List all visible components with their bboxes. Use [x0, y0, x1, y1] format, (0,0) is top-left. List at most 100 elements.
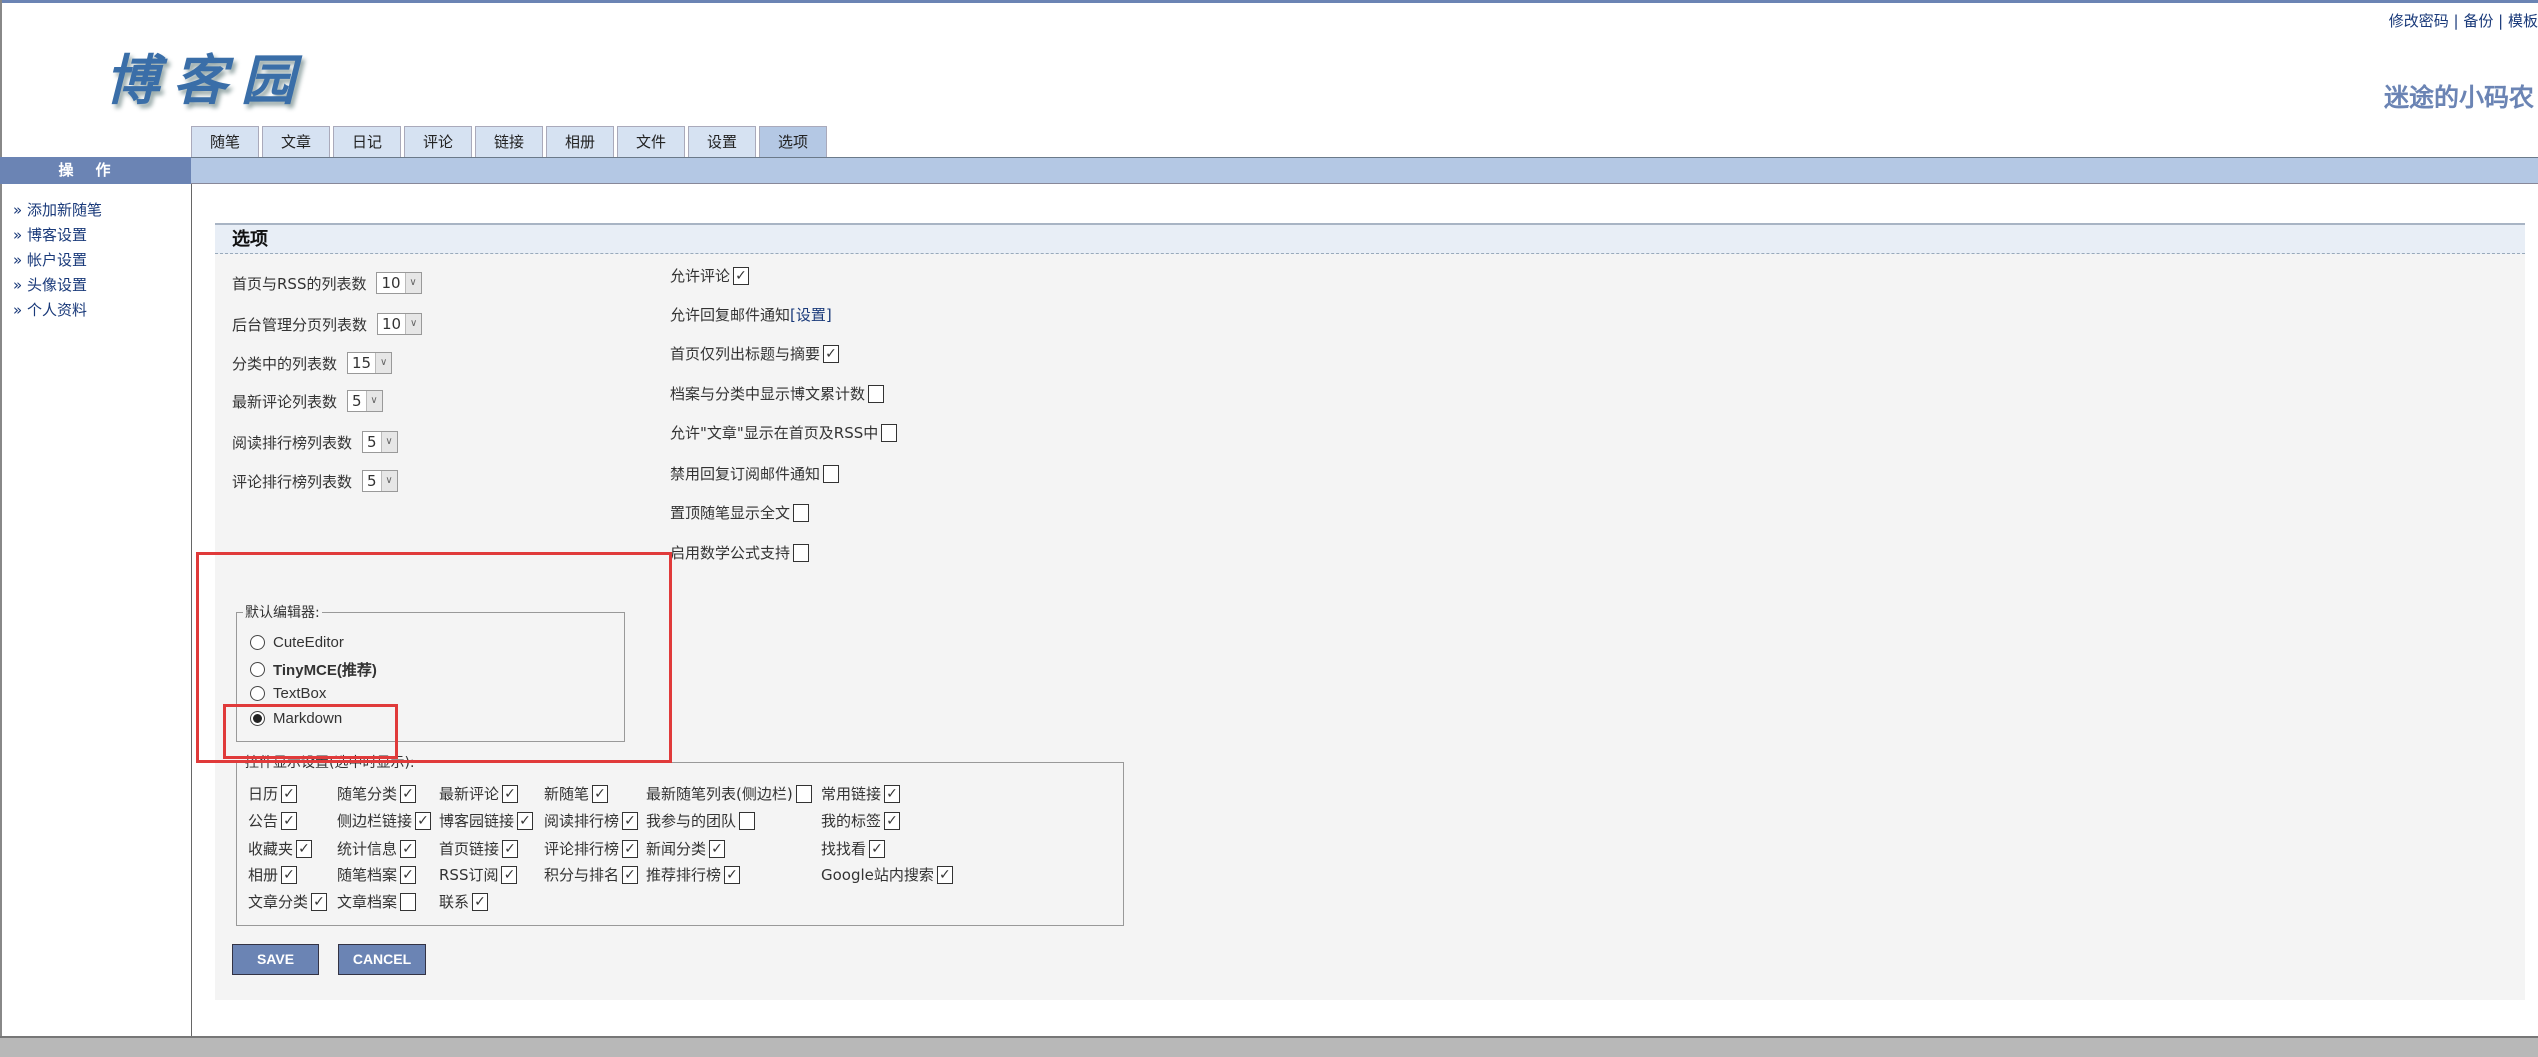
sidebar-item[interactable]: » 个人资料 — [13, 300, 102, 325]
control-checkbox[interactable]: ✓ — [281, 865, 298, 884]
chevron-down-icon: ∨ — [405, 314, 422, 334]
option-label: 档案与分类中显示博文累计数 — [670, 385, 866, 403]
control-checkbox[interactable]: ✓ — [281, 811, 298, 830]
list-count-select[interactable]: 10 ∨ — [377, 313, 423, 335]
control-label: 博客园链接 — [439, 812, 515, 830]
control-label: 阅读排行榜 — [544, 812, 620, 830]
option-label: 置顶随笔显示全文 — [670, 504, 791, 522]
select-value: 5 — [367, 433, 377, 451]
option-checkbox[interactable]: ✓ — [823, 344, 840, 363]
option-checkbox[interactable]: ✓ — [733, 266, 750, 285]
sidebar-item[interactable]: » 头像设置 — [13, 275, 102, 300]
option-row: 禁用回复订阅邮件通知 — [670, 463, 840, 484]
select-row: 分类中的列表数 15 ∨ — [232, 352, 393, 374]
control-checkbox[interactable]: ✓ — [709, 839, 726, 858]
tab-6[interactable]: 文件 — [617, 126, 685, 157]
tab-8[interactable]: 选项 — [759, 126, 827, 157]
option-checkbox[interactable] — [823, 464, 840, 483]
control-item: 收藏夹 ✓ — [248, 838, 313, 859]
control-checkbox[interactable]: ✓ — [869, 839, 886, 858]
control-item: 评论排行榜 ✓ — [544, 838, 639, 859]
control-checkbox[interactable]: ✓ — [472, 892, 489, 911]
select-value: 10 — [382, 315, 402, 333]
logo[interactable]: 博客园 — [105, 36, 309, 115]
option-checkbox[interactable] — [793, 543, 810, 562]
control-checkbox[interactable]: ✓ — [415, 811, 432, 830]
control-item: 随笔档案 ✓ — [337, 864, 417, 885]
option-row: 置顶随笔显示全文 — [670, 502, 810, 523]
select-label: 阅读排行榜列表数 — [232, 433, 353, 452]
tab-3[interactable]: 评论 — [404, 126, 472, 157]
control-checkbox[interactable]: ✓ — [884, 784, 901, 803]
list-count-select[interactable]: 5 ∨ — [362, 431, 398, 453]
chevron-down-icon: ∨ — [375, 353, 392, 373]
control-checkbox[interactable] — [739, 811, 756, 830]
select-row: 评论排行榜列表数 5 ∨ — [232, 470, 398, 492]
tab-1[interactable]: 文章 — [262, 126, 330, 157]
option-row: 允许"文章"显示在首页及RSS中 — [670, 422, 898, 443]
control-checkbox[interactable]: ✓ — [502, 839, 519, 858]
control-item: 博客园链接 ✓ — [439, 810, 534, 831]
control-item: 联系 ✓ — [439, 891, 489, 912]
control-label: 最新随笔列表(侧边栏) — [646, 785, 793, 803]
list-count-select[interactable]: 10 ∨ — [376, 272, 422, 294]
top-links: 修改密码 | 备份 | 模板 — [2388, 12, 2538, 30]
option-checkbox[interactable] — [881, 423, 898, 442]
control-label: 最新评论 — [439, 785, 500, 803]
blog-name[interactable]: 迷途的小码农 — [2384, 78, 2534, 114]
control-checkbox[interactable]: ✓ — [622, 811, 639, 830]
tab-2[interactable]: 日记 — [333, 126, 401, 157]
control-checkbox[interactable]: ✓ — [936, 865, 953, 884]
option-settings-link[interactable]: [设置] — [790, 304, 832, 325]
control-checkbox[interactable]: ✓ — [400, 839, 417, 858]
sidebar-links: » 添加新随笔» 博客设置» 帐户设置» 头像设置» 个人资料 — [13, 200, 102, 325]
control-checkbox[interactable]: ✓ — [622, 865, 639, 884]
tab-0[interactable]: 随笔 — [191, 126, 259, 157]
list-count-select[interactable]: 15 ∨ — [347, 352, 393, 374]
list-count-select[interactable]: 5 ∨ — [362, 470, 398, 492]
select-value: 15 — [352, 354, 372, 372]
option-label: 允许"文章"显示在首页及RSS中 — [670, 424, 879, 442]
top-border — [0, 0, 2538, 3]
change-password-link[interactable]: 修改密码 — [2389, 12, 2449, 30]
control-checkbox[interactable]: ✓ — [592, 784, 609, 803]
control-checkbox[interactable]: ✓ — [501, 865, 518, 884]
control-label: 联系 — [439, 893, 470, 911]
control-item: 公告 ✓ — [248, 810, 298, 831]
control-label: 找找看 — [821, 840, 867, 858]
control-checkbox[interactable]: ✓ — [517, 811, 534, 830]
control-checkbox[interactable]: ✓ — [884, 811, 901, 830]
list-count-select[interactable]: 5 ∨ — [347, 390, 383, 412]
sidebar-item[interactable]: » 添加新随笔 — [13, 200, 102, 225]
option-checkbox[interactable] — [793, 503, 810, 522]
tab-5[interactable]: 相册 — [546, 126, 614, 157]
control-checkbox[interactable] — [400, 892, 417, 911]
control-checkbox[interactable]: ✓ — [724, 865, 741, 884]
backup-link[interactable]: 备份 — [2463, 12, 2493, 30]
chevron-down-icon: ∨ — [365, 391, 382, 411]
control-checkbox[interactable]: ✓ — [311, 892, 328, 911]
tab-7[interactable]: 设置 — [688, 126, 756, 157]
control-checkbox[interactable]: ✓ — [400, 865, 417, 884]
control-checkbox[interactable]: ✓ — [502, 784, 519, 803]
control-checkbox[interactable]: ✓ — [281, 784, 298, 803]
control-label: 文章分类 — [248, 893, 309, 911]
cancel-button[interactable]: CANCEL — [338, 944, 426, 975]
tab-4[interactable]: 链接 — [475, 126, 543, 157]
control-checkbox[interactable] — [795, 784, 812, 803]
sidebar-item[interactable]: » 博客设置 — [13, 225, 102, 250]
control-checkbox[interactable]: ✓ — [622, 839, 639, 858]
control-item: 相册 ✓ — [248, 864, 298, 885]
control-label: 新随笔 — [544, 785, 590, 803]
option-checkbox[interactable] — [868, 384, 885, 403]
sidebar-title: 操作 — [0, 157, 191, 184]
sidebar-item[interactable]: » 帐户设置 — [13, 250, 102, 275]
control-checkbox[interactable]: ✓ — [400, 784, 417, 803]
control-item: RSS订阅 ✓ — [439, 864, 518, 885]
option-row: 档案与分类中显示博文累计数 — [670, 383, 885, 404]
control-label: 随笔分类 — [337, 785, 398, 803]
control-label: 文章档案 — [337, 893, 398, 911]
template-link[interactable]: 模板 — [2508, 12, 2538, 30]
save-button[interactable]: SAVE — [232, 944, 319, 975]
control-checkbox[interactable]: ✓ — [296, 839, 313, 858]
